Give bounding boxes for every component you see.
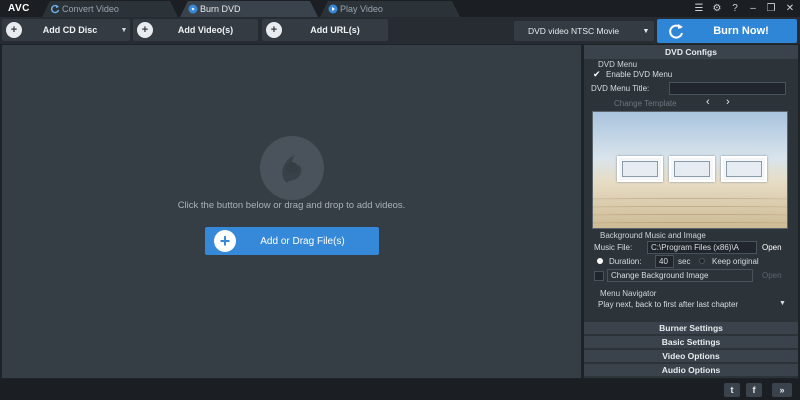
app-logo: AVC	[8, 3, 30, 14]
output-profile-value: DVD video NTSC Movie	[528, 26, 620, 36]
add-files-button[interactable]: + Add or Drag File(s)	[205, 227, 379, 255]
dvd-menu-section-label: DVD Menu	[598, 60, 638, 69]
tab-label: Play Video	[340, 4, 383, 14]
add-url-icon: +	[266, 22, 282, 38]
tab-play-video[interactable]: Play Video	[320, 1, 460, 17]
chapter-thumbnail	[617, 156, 663, 182]
tab-convert-video[interactable]: Convert Video	[42, 1, 178, 17]
music-file-label: Music File:	[594, 243, 633, 252]
keep-original-label: Keep original	[712, 257, 759, 266]
add-cd-disc-label: Add CD Disc	[42, 25, 98, 35]
chevron-down-icon: ▼	[642, 27, 650, 35]
add-urls-label: Add URL(s)	[310, 25, 360, 35]
video-options-section[interactable]: Video Options	[584, 349, 798, 362]
bg-music-image-label: Background Music and Image	[600, 231, 706, 240]
restore-button[interactable]: ❐	[762, 3, 780, 14]
menu-template-preview	[592, 111, 788, 229]
menu-title-label: DVD Menu Title:	[591, 84, 650, 93]
tab-burn-dvd[interactable]: Burn DVD	[180, 1, 318, 17]
music-disc-icon	[259, 135, 325, 201]
menu-navigator-select[interactable]: Play next, back to first after last chap…	[598, 300, 738, 309]
duration-unit: sec	[678, 257, 691, 266]
refresh-icon	[667, 22, 685, 40]
chevron-down-icon[interactable]: ▼	[779, 300, 786, 307]
burn-now-label: Burn Now!	[713, 25, 769, 37]
keep-original-radio[interactable]	[699, 258, 705, 264]
drop-hint-text: Click the button below or drag and drop …	[177, 200, 406, 211]
window-controls: ☰ ⚙ ? – ❐ ✕	[690, 0, 800, 17]
change-bg-image-checkbox[interactable]	[594, 271, 604, 281]
output-profile-select[interactable]: DVD video NTSC Movie ▼	[514, 21, 654, 41]
duration-label: Duration:	[609, 257, 642, 266]
menu-icon[interactable]: ☰	[690, 3, 708, 14]
chapter-thumbnail	[669, 156, 715, 182]
add-urls-button[interactable]: + Add URL(s)	[262, 19, 388, 41]
enable-dvd-menu-checkbox[interactable]: ✔	[593, 70, 602, 79]
minimize-button[interactable]: –	[744, 3, 762, 14]
music-file-input[interactable]: C:\Program Files (x86)\A	[647, 241, 757, 254]
plus-icon: +	[214, 230, 236, 252]
change-template-button[interactable]: Change Template	[614, 99, 677, 108]
chevron-right-icon[interactable]: ›	[726, 96, 730, 108]
change-bg-image-button[interactable]: Change Background Image	[607, 269, 753, 282]
menu-navigator-label: Menu Navigator	[600, 289, 657, 298]
drop-area[interactable]: Click the button below or drag and drop …	[2, 45, 581, 378]
gear-icon[interactable]: ⚙	[708, 3, 726, 14]
add-videos-button[interactable]: + Add Video(s)	[133, 19, 258, 41]
burner-settings-section[interactable]: Burner Settings	[584, 321, 798, 334]
menu-title-input[interactable]	[669, 82, 786, 95]
bg-image-open-button[interactable]: Open	[762, 271, 782, 280]
close-button[interactable]: ✕	[780, 3, 800, 14]
help-icon[interactable]: ?	[726, 3, 744, 14]
add-videos-label: Add Video(s)	[177, 25, 234, 35]
duration-radio[interactable]	[597, 258, 603, 264]
tab-label: Convert Video	[62, 4, 119, 14]
disc-icon	[188, 4, 198, 14]
audio-options-section[interactable]: Audio Options	[584, 363, 798, 376]
facebook-icon[interactable]: f	[746, 383, 762, 397]
chevron-left-icon[interactable]: ‹	[706, 96, 710, 108]
add-cd-disc-button[interactable]: + Add CD Disc ▼	[2, 19, 130, 41]
title-bar: AVC Convert Video Burn DVD Play Video ☰ …	[0, 0, 800, 17]
tab-label: Burn DVD	[200, 4, 241, 14]
refresh-icon	[50, 4, 60, 14]
expand-button[interactable]: »	[772, 383, 792, 397]
dvd-configs-panel: DVD Configs DVD Menu ✔ Enable DVD Menu D…	[584, 45, 798, 378]
music-open-button[interactable]: Open	[762, 243, 782, 252]
dvd-configs-header: DVD Configs	[584, 45, 798, 59]
status-bar: t f »	[0, 379, 800, 400]
chapter-thumbnail	[721, 156, 767, 182]
play-icon	[328, 4, 338, 14]
duration-input[interactable]: 40	[655, 255, 674, 268]
twitter-icon[interactable]: t	[724, 383, 740, 397]
basic-settings-section[interactable]: Basic Settings	[584, 335, 798, 348]
add-disc-icon: +	[6, 22, 22, 38]
burn-now-button[interactable]: Burn Now!	[657, 19, 797, 43]
enable-dvd-menu-label: Enable DVD Menu	[606, 70, 673, 79]
chevron-down-icon[interactable]: ▼	[118, 27, 130, 34]
add-files-label: Add or Drag File(s)	[260, 235, 345, 247]
add-video-icon: +	[137, 22, 153, 38]
